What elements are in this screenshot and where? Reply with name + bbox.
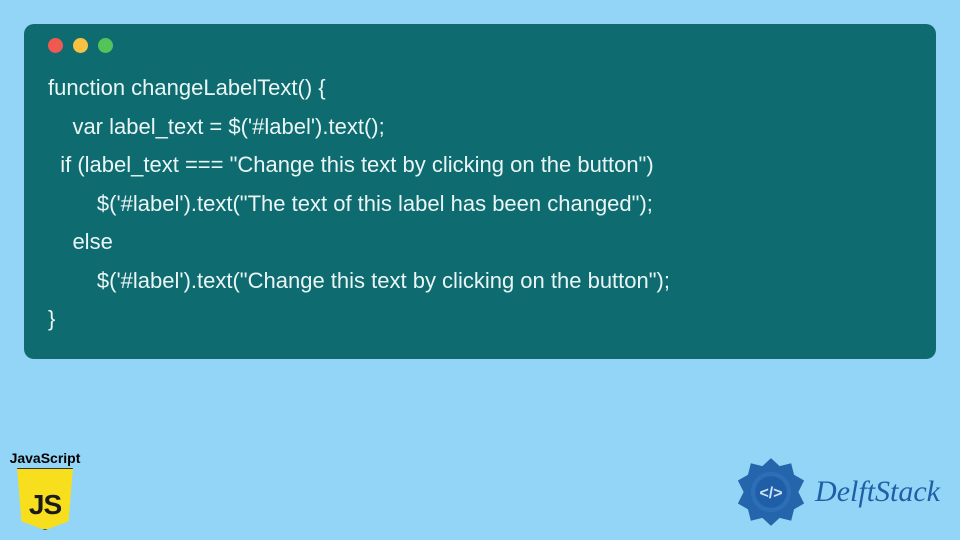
delftstack-logo-icon: </> bbox=[735, 456, 807, 528]
javascript-shield-icon: JS bbox=[14, 468, 76, 530]
window-controls bbox=[48, 38, 918, 53]
code-panel: function changeLabelText() { var label_t… bbox=[24, 24, 936, 359]
javascript-label: JavaScript bbox=[6, 450, 84, 466]
code-line: if (label_text === "Change this text by … bbox=[48, 152, 654, 177]
javascript-shield-text: JS bbox=[29, 489, 61, 521]
javascript-badge: JavaScript JS bbox=[6, 450, 84, 530]
code-line: $('#label').text("Change this text by cl… bbox=[48, 268, 670, 293]
code-line: $('#label').text("The text of this label… bbox=[48, 191, 653, 216]
code-block: function changeLabelText() { var label_t… bbox=[42, 69, 918, 339]
maximize-dot-icon bbox=[98, 38, 113, 53]
minimize-dot-icon bbox=[73, 38, 88, 53]
brand-logo-area: </> DelftStack bbox=[735, 456, 940, 528]
close-dot-icon bbox=[48, 38, 63, 53]
brand-name: DelftStack bbox=[815, 475, 940, 509]
code-line: else bbox=[48, 229, 113, 254]
code-line: } bbox=[48, 306, 55, 331]
code-line: var label_text = $('#label').text(); bbox=[48, 114, 385, 139]
code-line: function changeLabelText() { bbox=[48, 75, 326, 100]
svg-text:</>: </> bbox=[760, 485, 783, 502]
